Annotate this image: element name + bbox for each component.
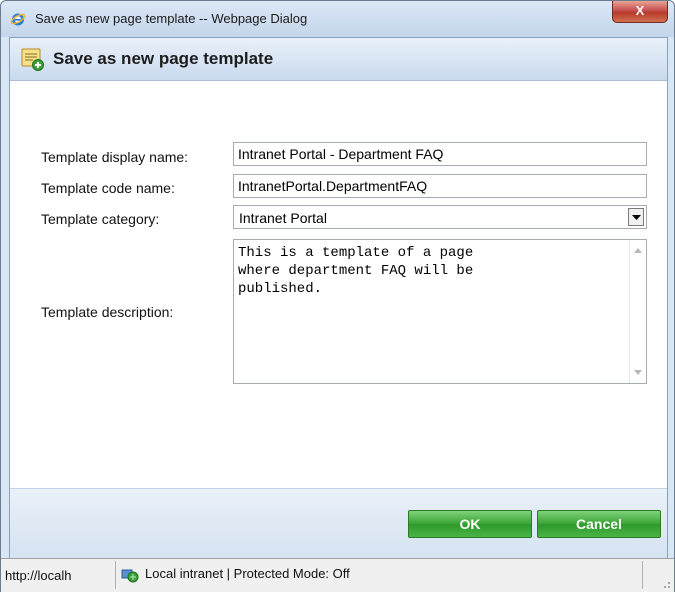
internet-explorer-icon	[10, 13, 26, 26]
description-textarea[interactable]: This is a template of a page where depar…	[233, 239, 647, 384]
title-bar: Save as new page template -- Webpage Dia…	[1, 1, 674, 37]
dialog-window: Save as new page template -- Webpage Dia…	[0, 0, 675, 592]
cancel-button[interactable]: Cancel	[537, 510, 661, 538]
page-header: Save as new page template	[10, 38, 667, 81]
scroll-down-icon[interactable]	[634, 370, 642, 375]
display-name-field[interactable]: Intranet Portal - Department FAQ	[233, 142, 647, 166]
dialog-footer: OK Cancel	[10, 488, 667, 558]
security-zone-text: Local intranet | Protected Mode: Off	[145, 566, 350, 581]
resize-grip-icon[interactable]	[659, 577, 671, 589]
intranet-zone-icon	[121, 569, 139, 583]
category-label: Template category:	[41, 211, 160, 227]
description-text: This is a template of a page where depar…	[238, 245, 474, 297]
chevron-down-icon	[632, 215, 641, 220]
description-label: Template description:	[41, 304, 174, 320]
ok-button[interactable]: OK	[408, 510, 532, 538]
category-selected-value: Intranet Portal	[239, 210, 327, 226]
code-name-label: Template code name:	[41, 180, 175, 196]
close-button[interactable]: X	[612, 1, 668, 23]
scroll-up-icon[interactable]	[634, 248, 642, 253]
category-select[interactable]: Intranet Portal	[233, 205, 647, 229]
window-title: Save as new page template -- Webpage Dia…	[35, 11, 308, 26]
dialog-content: Save as new page template Template displ…	[9, 37, 668, 558]
status-url: http://localh	[5, 568, 72, 583]
page-title: Save as new page template	[53, 49, 274, 68]
close-icon: X	[635, 3, 645, 18]
textarea-scrollbar[interactable]	[629, 240, 646, 383]
status-divider	[642, 561, 643, 589]
dropdown-arrow-button[interactable]	[628, 208, 644, 226]
display-name-label: Template display name:	[41, 149, 189, 165]
status-url-panel: http://localh	[1, 561, 116, 589]
code-name-field[interactable]: IntranetPortal.DepartmentFAQ	[233, 174, 647, 198]
template-save-icon	[21, 48, 44, 71]
status-bar: http://localh Local intranet | Protected…	[1, 558, 674, 592]
